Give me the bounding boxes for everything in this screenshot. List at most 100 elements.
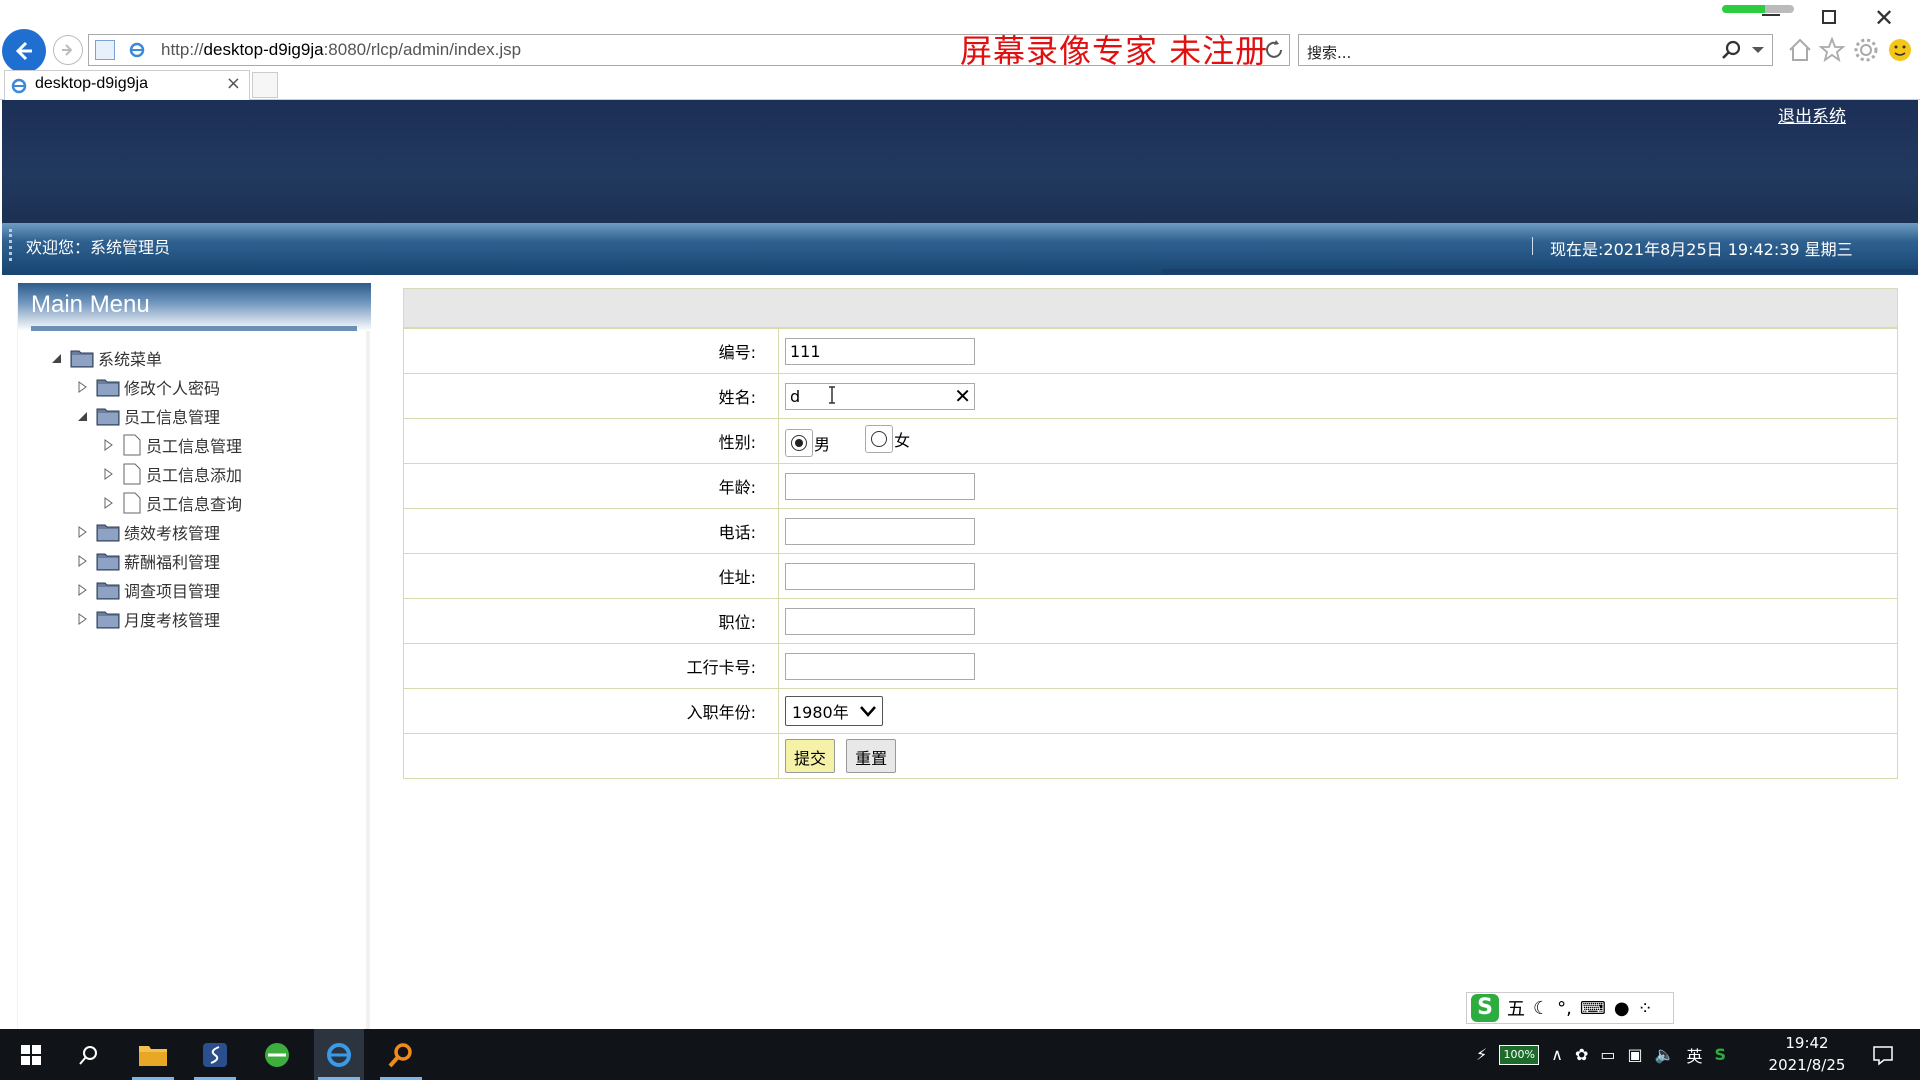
charging-icon[interactable]: ⚡ (1476, 1045, 1487, 1064)
employee-form: 编号: 姓名: ✕ 性别: 男 (403, 328, 1898, 779)
collapsed-triangle-icon[interactable] (102, 497, 114, 509)
tree-item-performance[interactable]: 绩效考核管理 (76, 519, 220, 545)
name-input[interactable] (785, 382, 975, 410)
minimize-button[interactable] (1762, 6, 1780, 16)
tree-item-employee-manage[interactable]: 员工信息管理 (102, 432, 242, 458)
home-icon[interactable] (1786, 36, 1814, 64)
tree-item-salary[interactable]: 薪酬福利管理 (76, 548, 220, 574)
taskbar-360-browser[interactable] (252, 1029, 302, 1080)
gender-female-option[interactable]: 女 (865, 425, 910, 453)
tree-item-monthly[interactable]: 月度考核管理 (76, 606, 220, 632)
tab-title: desktop-d9ig9ja (35, 75, 148, 92)
logout-link[interactable]: 退出系统 (1778, 102, 1846, 127)
form-row-age: 年龄: (403, 463, 1898, 509)
collapsed-triangle-icon[interactable] (76, 526, 88, 538)
notification-button[interactable] (1858, 1029, 1908, 1080)
forward-button[interactable] (53, 35, 83, 65)
app-icon (203, 1042, 227, 1067)
restore-button[interactable] (1822, 10, 1836, 24)
collapsed-triangle-icon[interactable] (76, 381, 88, 393)
tree-item-system-menu[interactable]: 系统菜单 (50, 345, 162, 371)
main-content: 编号: 姓名: ✕ 性别: 男 (403, 288, 1898, 779)
expanded-triangle-icon[interactable] (76, 410, 88, 422)
start-button[interactable] (6, 1029, 56, 1080)
star-icon[interactable] (1818, 36, 1846, 64)
grid-icon[interactable]: ⁘ (1638, 998, 1653, 1019)
sogou-tray-icon[interactable]: S (1715, 1045, 1727, 1064)
grip-handle (9, 229, 12, 261)
taskbar-recorder[interactable] (376, 1029, 426, 1080)
search-box[interactable]: 搜索... (1298, 34, 1773, 66)
taskbar-clock[interactable]: 19:42 2021/8/25 (1762, 1032, 1852, 1076)
search-icon (79, 1045, 97, 1065)
battery-icon[interactable]: ▭ (1600, 1045, 1615, 1064)
age-input[interactable] (785, 472, 975, 500)
collapsed-triangle-icon[interactable] (76, 555, 88, 567)
browser-tab[interactable]: desktop-d9ig9ja × (4, 70, 250, 100)
user-icon[interactable]: ● (1614, 998, 1630, 1019)
id-input[interactable] (785, 337, 975, 365)
smiley-icon[interactable] (1886, 36, 1914, 64)
radio-female[interactable] (865, 425, 894, 453)
tree-item-label: 月度考核管理 (124, 611, 221, 630)
tab-strip: desktop-d9ig9ja × (0, 70, 1920, 100)
address-input[interactable] (785, 562, 975, 590)
search-icon[interactable] (1720, 40, 1742, 62)
volume-icon[interactable]: 🔈 (1655, 1045, 1675, 1064)
search-placeholder: 搜索... (1307, 44, 1352, 62)
battery-indicator[interactable]: 100% (1499, 1044, 1540, 1065)
network-icon[interactable]: ▣ (1627, 1045, 1642, 1064)
taskbar-app-s[interactable] (190, 1029, 240, 1080)
moon-icon[interactable]: ☾ (1533, 998, 1549, 1019)
tree-item-change-password[interactable]: 修改个人密码 (76, 374, 220, 400)
tree-item-employee-management[interactable]: 员工信息管理 (76, 403, 220, 429)
chevron-down-icon[interactable] (1752, 47, 1764, 53)
document-icon (123, 434, 141, 456)
clear-input-icon[interactable]: ✕ (954, 384, 971, 408)
close-tab-icon[interactable]: × (226, 73, 241, 94)
compat-icon[interactable] (95, 40, 115, 60)
tree-item-employee-query[interactable]: 员工信息查询 (102, 490, 242, 516)
reset-button[interactable]: 重置 (846, 739, 897, 773)
ime-mode[interactable]: 五 (1507, 995, 1525, 1021)
sogou-logo-icon[interactable]: S (1471, 994, 1499, 1022)
punctuation-icon[interactable]: °, (1557, 998, 1572, 1019)
tree-item-label: 员工信息添加 (146, 466, 243, 485)
bank-card-label: 工行卡号: (403, 643, 779, 689)
bank-card-input[interactable] (785, 652, 975, 680)
tree-item-survey[interactable]: 调查项目管理 (76, 577, 220, 603)
back-button[interactable] (2, 29, 46, 73)
new-tab-button[interactable] (252, 72, 278, 98)
menu-header: Main Menu (18, 283, 371, 331)
loading-bar (1162, 269, 1918, 274)
tree-item-label: 员工信息管理 (146, 437, 243, 456)
tray-app-icon[interactable]: ✿ (1575, 1045, 1588, 1064)
gear-icon[interactable] (1852, 36, 1880, 64)
taskbar-search-button[interactable] (64, 1029, 114, 1080)
name-field[interactable]: ✕ (785, 382, 975, 410)
tree-item-label: 系统菜单 (98, 350, 163, 369)
position-input[interactable] (785, 607, 975, 635)
hire-year-select[interactable]: 1980年 (785, 696, 883, 726)
taskbar-explorer[interactable] (128, 1029, 178, 1080)
phone-input[interactable] (785, 517, 975, 545)
input-language[interactable]: 英 (1687, 1043, 1703, 1067)
collapsed-triangle-icon[interactable] (76, 584, 88, 596)
welcome-text: 欢迎您：系统管理员 (26, 238, 171, 257)
gender-label: 性别: (403, 418, 779, 464)
radio-male[interactable] (785, 429, 813, 457)
submit-button[interactable]: 提交 (785, 739, 836, 773)
taskbar-ie[interactable] (314, 1029, 364, 1080)
gender-male-option[interactable]: 男 (785, 429, 830, 457)
close-window-button[interactable]: ✕ (1874, 4, 1894, 32)
url-text[interactable]: http://desktop-d9ig9ja:8080/rlcp/admin/i… (161, 40, 521, 60)
keyboard-icon[interactable]: ⌨ (1580, 998, 1606, 1019)
expanded-triangle-icon[interactable] (50, 352, 62, 364)
collapsed-triangle-icon[interactable] (102, 468, 114, 480)
refresh-icon[interactable] (1262, 38, 1286, 62)
collapsed-triangle-icon[interactable] (76, 613, 88, 625)
collapsed-triangle-icon[interactable] (102, 439, 114, 451)
gender-male-label: 男 (814, 435, 831, 454)
tree-item-employee-add[interactable]: 员工信息添加 (102, 461, 242, 487)
chevron-up-icon[interactable]: ∧ (1551, 1045, 1563, 1064)
